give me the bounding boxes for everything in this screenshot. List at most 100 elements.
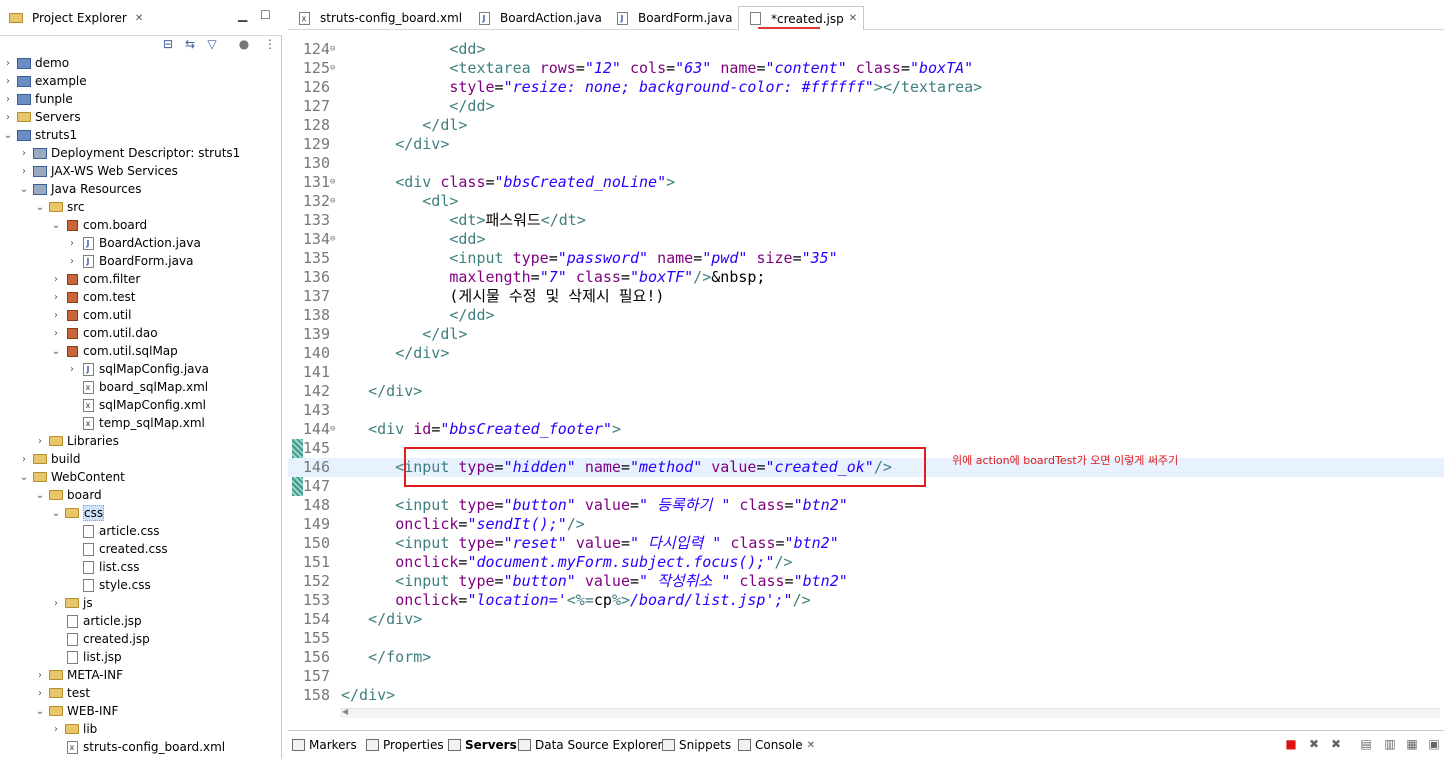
code-line[interactable]: 152 <input type="button" value=" 작성취소 " … (288, 572, 1444, 591)
tree-item[interactable]: x sqlMapConfig.xml (66, 396, 206, 414)
tree-item[interactable]: › Servers (2, 108, 81, 126)
tab-project-explorer[interactable]: Project Explorer ✕ (0, 6, 149, 30)
horizontal-scrollbar[interactable]: ◀ (340, 707, 1440, 718)
tree-item[interactable]: list.css (66, 558, 140, 576)
tree-item[interactable]: › example (2, 72, 87, 90)
tree-item[interactable]: › Libraries (34, 432, 119, 450)
show-console-icon[interactable]: ▥ (1382, 736, 1398, 752)
collapsed-arrow-icon[interactable]: › (50, 310, 62, 321)
tree-item[interactable]: ⌄ WebContent (18, 468, 125, 486)
collapsed-arrow-icon[interactable]: › (2, 94, 14, 105)
collapsed-arrow-icon[interactable]: › (2, 58, 14, 69)
collapsed-arrow-icon[interactable]: › (50, 274, 62, 285)
scroll-left-icon[interactable]: ◀ (342, 707, 348, 716)
code-line[interactable]: 150 <input type="reset" value=" 다시입력 " c… (288, 534, 1444, 553)
scroll-lock-icon[interactable]: ▤ (1358, 736, 1374, 752)
tree-item[interactable]: › build (18, 450, 81, 468)
collapsed-arrow-icon[interactable]: › (2, 112, 14, 123)
tree-item[interactable]: › J BoardAction.java (66, 234, 201, 252)
code-line[interactable]: 124 ⊖ <dd> (288, 40, 1444, 59)
code-line[interactable]: 154 </div> (288, 610, 1444, 629)
expanded-arrow-icon[interactable]: ⌄ (50, 346, 62, 357)
bottom-tab[interactable]: Snippets (662, 735, 731, 755)
filter-icon[interactable]: ▽ (204, 36, 220, 52)
fold-icon[interactable]: ⊖ (330, 40, 338, 59)
code-line[interactable]: 143 (288, 401, 1444, 420)
collapsed-arrow-icon[interactable]: › (66, 256, 78, 267)
tree-item[interactable]: ⌄ WEB-INF (34, 702, 119, 720)
expanded-arrow-icon[interactable]: ⌄ (34, 706, 46, 717)
tree-item[interactable]: › Deployment Descriptor: struts1 (18, 144, 240, 162)
code-line[interactable]: 129 </div> (288, 135, 1444, 154)
tree-item[interactable]: › JAX-WS Web Services (18, 162, 178, 180)
tree-item[interactable]: ⌄ Java Resources (18, 180, 142, 198)
expanded-arrow-icon[interactable]: ⌄ (34, 490, 46, 501)
tree-item[interactable]: › lib (50, 720, 97, 738)
collapsed-arrow-icon[interactable]: › (34, 670, 46, 681)
code-line[interactable]: 151 onclick="document.myForm.subject.foc… (288, 553, 1444, 572)
collapsed-arrow-icon[interactable]: › (50, 328, 62, 339)
tree-item[interactable]: x board_sqlMap.xml (66, 378, 208, 396)
code-line[interactable]: 125 ⊖ <textarea rows="12" cols="63" name=… (288, 59, 1444, 78)
view-menu-icon[interactable]: ⋮ (262, 36, 278, 52)
code-line[interactable]: 132 ⊖ <dl> (288, 192, 1444, 211)
expanded-arrow-icon[interactable]: ⌄ (50, 508, 62, 519)
tree-item[interactable]: article.css (66, 522, 160, 540)
tree-item[interactable]: ⌄ board (34, 486, 102, 504)
code-line[interactable]: 130 (288, 154, 1444, 173)
code-line[interactable]: 136 maxlength="7" class="boxTF"/>&nbsp; (288, 268, 1444, 287)
code-line[interactable]: 139 </dl> (288, 325, 1444, 344)
tree-item[interactable]: ⌄ css (50, 504, 105, 522)
bottom-tab[interactable]: Data Source Explorer (518, 735, 662, 755)
tree-item[interactable]: › com.filter (50, 270, 140, 288)
focus-icon[interactable]: ● (236, 36, 252, 52)
fold-icon[interactable]: ⊖ (330, 173, 338, 192)
code-line[interactable]: 127 </dd> (288, 97, 1444, 116)
code-line[interactable]: 141 (288, 363, 1444, 382)
code-line[interactable]: 131 ⊖ <div class="bbsCreated_noLine"> (288, 173, 1444, 192)
close-icon[interactable]: ✕ (135, 13, 143, 24)
collapse-all-icon[interactable]: ⊟ (160, 36, 176, 52)
collapsed-arrow-icon[interactable]: › (50, 598, 62, 609)
code-line[interactable]: 140 </div> (288, 344, 1444, 363)
code-line[interactable]: 128 </dl> (288, 116, 1444, 135)
code-line[interactable]: 157 (288, 667, 1444, 686)
code-editor[interactable]: 124 ⊖ <dd> 125 ⊖ <textarea rows="12" cols="… (288, 30, 1444, 710)
tree-item[interactable]: › com.util (50, 306, 131, 324)
tree-item[interactable]: › META-INF (34, 666, 123, 684)
tree-item[interactable]: x temp_sqlMap.xml (66, 414, 205, 432)
code-line[interactable]: 138 </dd> (288, 306, 1444, 325)
close-icon[interactable]: ✕ (807, 740, 815, 751)
tree-item[interactable]: ⌄ com.board (50, 216, 147, 234)
tree-item[interactable]: style.css (66, 576, 151, 594)
collapsed-arrow-icon[interactable]: › (66, 364, 78, 375)
collapsed-arrow-icon[interactable]: › (66, 238, 78, 249)
tree-item[interactable]: ⌄ src (34, 198, 85, 216)
tree-item[interactable]: › test (34, 684, 90, 702)
fold-icon[interactable]: ⊖ (330, 230, 338, 249)
tree-item[interactable]: ⌄ com.util.sqlMap (50, 342, 178, 360)
tree-item[interactable]: list.jsp (50, 648, 122, 666)
fold-icon[interactable]: ⊖ (330, 59, 338, 78)
tree-item[interactable]: created.css (66, 540, 168, 558)
tree-item[interactable]: › JsqlMapConfig.java (66, 360, 209, 378)
editor-tab[interactable]: x struts-config_board.xml (288, 6, 468, 30)
remove-all-icon[interactable]: ✖ (1328, 736, 1344, 752)
bottom-tab[interactable]: Console ✕ (738, 735, 815, 755)
code-line[interactable]: 142 </div> (288, 382, 1444, 401)
code-line[interactable]: 149 onclick="sendIt();"/> (288, 515, 1444, 534)
expanded-arrow-icon[interactable]: ⌄ (34, 202, 46, 213)
tree-item[interactable]: › funple (2, 90, 73, 108)
tree-item[interactable]: ⌄ struts1 (2, 126, 77, 144)
link-with-editor-icon[interactable]: ⇆ (182, 36, 198, 52)
collapsed-arrow-icon[interactable]: › (18, 148, 30, 159)
open-console-icon[interactable]: ▣ (1426, 736, 1442, 752)
tree-item[interactable]: › com.util.dao (50, 324, 158, 342)
tree-item[interactable]: article.jsp (50, 612, 142, 630)
code-line[interactable]: 156 </form> (288, 648, 1444, 667)
pin-console-icon[interactable]: ▦ (1404, 736, 1420, 752)
remove-launch-icon[interactable]: ✖ (1306, 736, 1322, 752)
close-tab-icon[interactable]: ✕ (849, 13, 857, 24)
code-line[interactable]: 148 <input type="button" value=" 등록하기 " … (288, 496, 1444, 515)
tree-item[interactable]: › js (50, 594, 93, 612)
